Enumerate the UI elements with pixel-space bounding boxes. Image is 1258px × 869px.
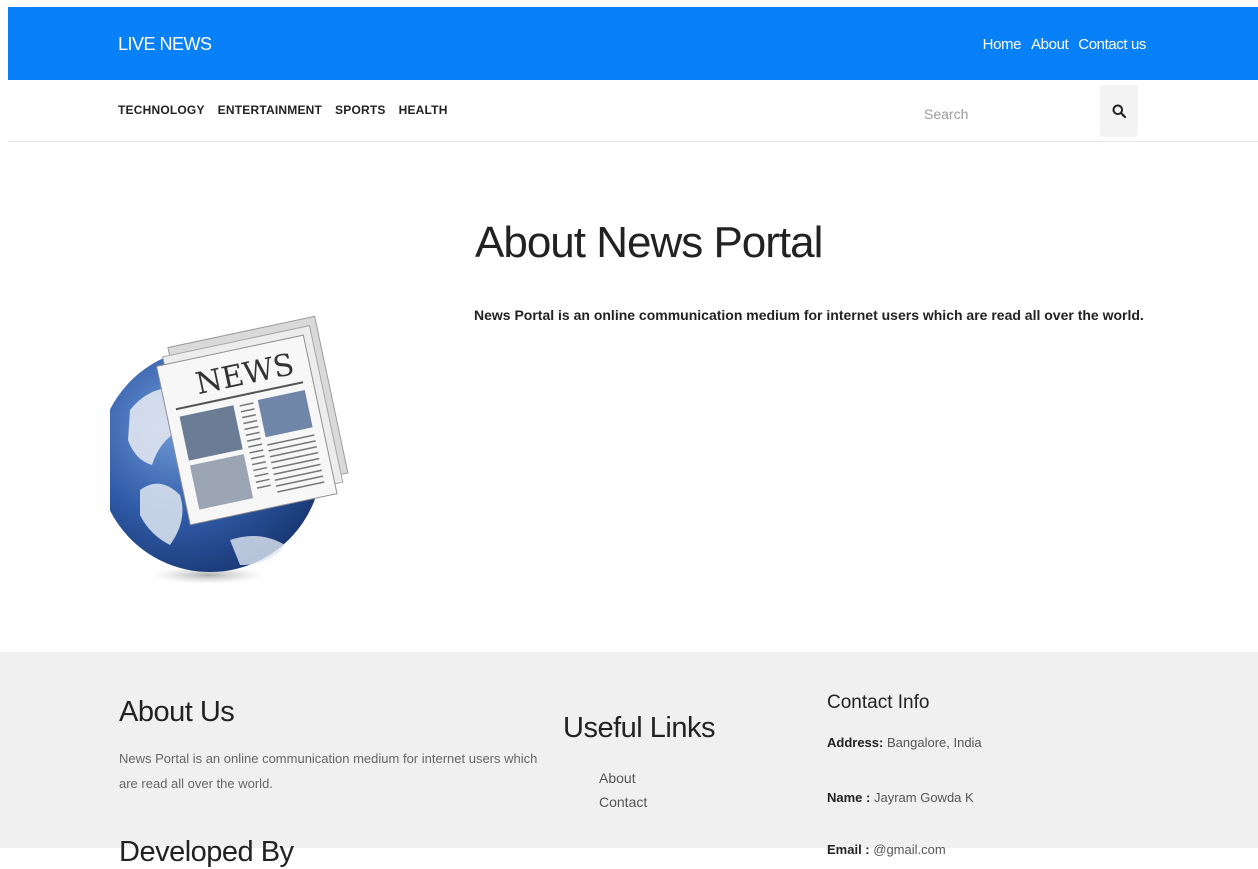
- footer-address-row: Address: Bangalore, India: [827, 735, 982, 750]
- category-technology[interactable]: TECHNOLOGY: [118, 103, 205, 117]
- category-entertainment[interactable]: ENTERTAINMENT: [218, 103, 322, 117]
- search-input[interactable]: [908, 97, 1078, 131]
- top-nav-links: Home About Contact us: [983, 36, 1147, 53]
- footer-contact-title: Contact Info: [827, 692, 930, 713]
- brand-logo-text[interactable]: LIVE NEWS: [118, 34, 212, 55]
- page-title: About News Portal: [475, 218, 823, 267]
- nav-contact-link[interactable]: Contact us: [1078, 36, 1146, 53]
- footer-developed-title: Developed By: [119, 836, 294, 868]
- email-value[interactable]: @gmail.com: [873, 842, 945, 857]
- footer-about-title: About Us: [119, 696, 235, 728]
- footer-about-text: News Portal is an online communication m…: [119, 751, 538, 791]
- nav-about-link[interactable]: About: [1031, 36, 1069, 53]
- address-value: Bangalore, India: [886, 735, 982, 750]
- nav-home-link[interactable]: Home: [983, 36, 1022, 53]
- category-bar: TECHNOLOGY ENTERTAINMENT SPORTS HEALTH: [8, 80, 1258, 142]
- email-label: Email :: [827, 842, 870, 857]
- footer-link-contact[interactable]: Contact: [599, 794, 647, 810]
- category-links: TECHNOLOGY ENTERTAINMENT SPORTS HEALTH: [118, 103, 448, 117]
- footer-useful-links-title: Useful Links: [563, 712, 715, 744]
- news-globe-illustration: NEWS: [110, 315, 349, 584]
- address-label: Address:: [827, 735, 884, 750]
- footer: About Us News Portal is an online commun…: [0, 652, 1258, 868]
- footer-name-row: Name : Jayram Gowda K: [827, 790, 974, 805]
- name-value: Jayram Gowda K: [873, 790, 974, 805]
- category-sports[interactable]: SPORTS: [335, 103, 386, 117]
- top-navbar: LIVE NEWS Home About Contact us: [8, 7, 1258, 80]
- name-label: Name :: [827, 790, 871, 805]
- search-button[interactable]: [1100, 85, 1138, 137]
- about-description: News Portal is an online communication m…: [474, 307, 1144, 323]
- search-icon: [1112, 104, 1126, 118]
- category-health[interactable]: HEALTH: [399, 103, 448, 117]
- footer-link-about[interactable]: About: [599, 770, 636, 786]
- footer-email-row: Email : @gmail.com: [827, 842, 946, 857]
